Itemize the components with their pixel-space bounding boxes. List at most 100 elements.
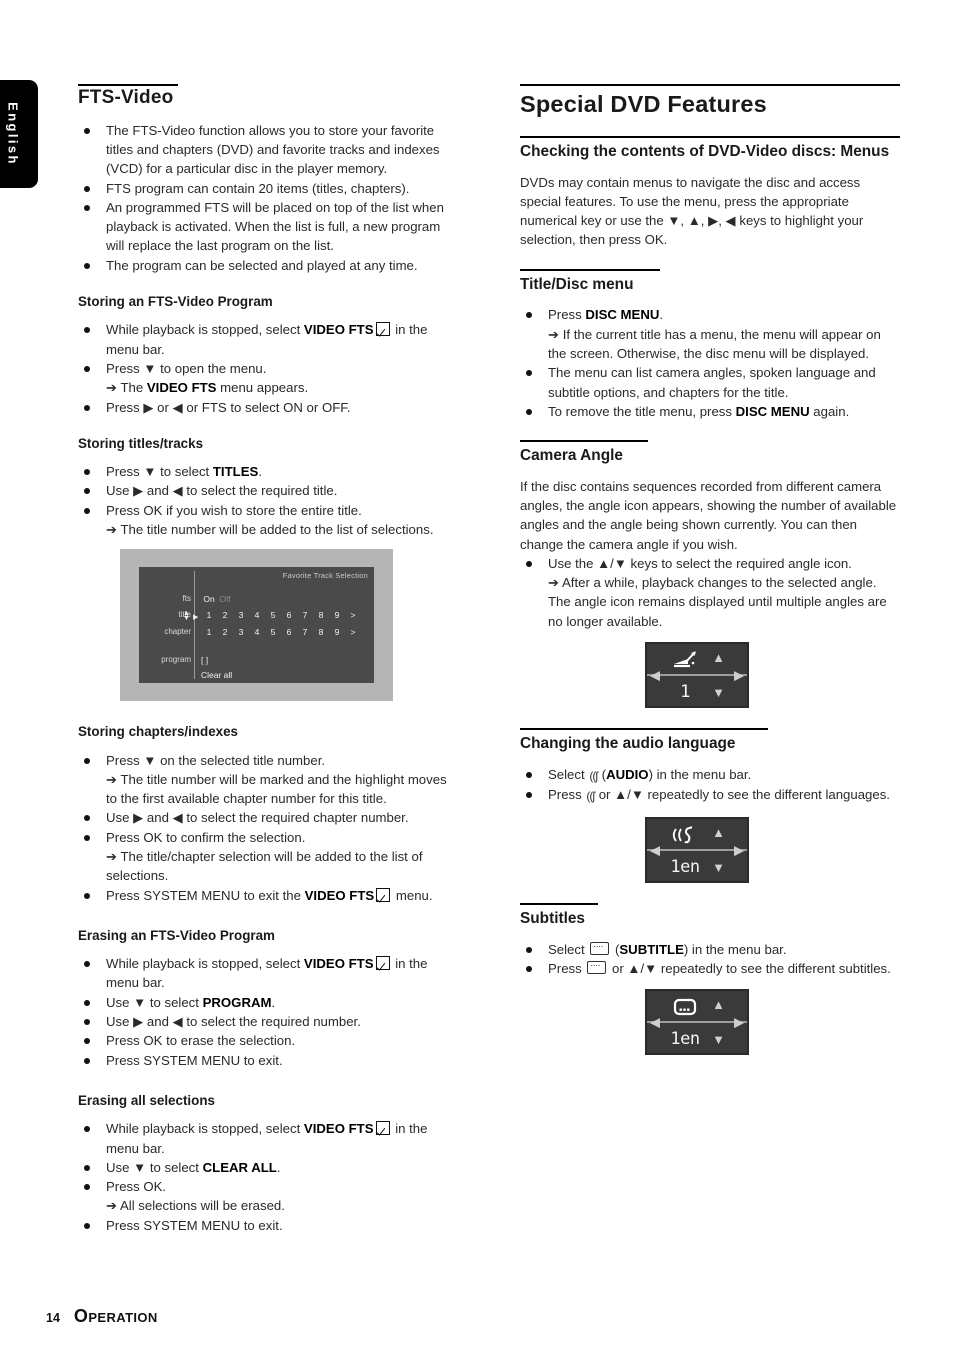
osd-row-values: 1 2 3 4 5 6 7 8 9 > <box>201 627 361 637</box>
bullet-dot <box>84 262 90 269</box>
heading-changing-audio-language: Changing the audio language <box>520 734 736 752</box>
list-item-text: Use ▼ to select <box>106 994 203 1010</box>
list-item-text-tail: . <box>659 307 664 323</box>
bullet-dot <box>84 815 90 822</box>
result-text: ➔ The <box>106 380 147 396</box>
list-item: Use ▼ to select PROGRAM. <box>78 993 460 1012</box>
list-item: Press or ▲/▼ repeatedly to see the diffe… <box>520 957 900 978</box>
erasing-program-bullets: While playback is stopped, select VIDEO … <box>78 954 460 1070</box>
list-item: Press ▼ on the selected title number. ➔ … <box>78 751 460 809</box>
bullet-dot <box>526 560 532 567</box>
list-item-text: Use ▶ and ◀ to select the required numbe… <box>106 1014 361 1030</box>
list-item-text: The program can be selected and played a… <box>106 257 418 273</box>
list-item: Press SYSTEM MENU to exit. <box>78 1216 460 1235</box>
result-text-tail: menu appears. <box>216 380 309 396</box>
osd-screen-inner: Favorite Track Selection fts On Off title… <box>139 567 374 684</box>
list-item: Use the ▲/▼ keys to select the required … <box>520 554 900 631</box>
result-line: ➔ The title number will be added to the … <box>106 521 434 537</box>
list-item-text-tail: . <box>271 994 276 1010</box>
erasing-all-bullets: While playback is stopped, select VIDEO … <box>78 1119 460 1235</box>
osd-row-title: title ▲ ▼ ▶ 1 2 3 4 5 6 7 8 9 > <box>139 610 374 624</box>
bullet-dot <box>84 999 90 1006</box>
osd-cell-more: > <box>350 610 356 621</box>
bullet-dot <box>84 1038 90 1045</box>
result-line: ➔ If the current title has a menu, the m… <box>548 326 881 361</box>
result-line: ➔ The VIDEO FTS menu appears. <box>106 378 460 397</box>
list-item-text-tail: . <box>276 1159 281 1175</box>
osd-midline <box>647 848 747 851</box>
footer-page-number: 14 <box>46 1311 60 1325</box>
list-item-text: Press SYSTEM MENU to exit the <box>106 887 305 903</box>
footer-section-label: OPERATION <box>74 1306 158 1327</box>
osd-cell: 5 <box>270 610 276 621</box>
list-item-text: While playback is stopped, select <box>106 322 304 338</box>
bullet-dot <box>84 892 90 899</box>
osd-cell: 8 <box>318 627 324 638</box>
list-item: Press OK if you wish to store the entire… <box>78 501 460 540</box>
list-item: The program can be selected and played a… <box>78 256 460 275</box>
list-item-text: Press <box>548 960 586 976</box>
emphasis-video-fts: VIDEO FTS <box>304 887 375 903</box>
list-item-text: Press ▼ on the selected title number. <box>106 752 326 768</box>
bullet-dot <box>84 185 90 192</box>
heading-subtitles: Subtitles <box>520 909 585 927</box>
storing-titles-bullets: Press ▼ to select TITLES. Use ▶ and ◀ to… <box>78 462 460 539</box>
osd-midline <box>647 673 747 676</box>
subtitles-bullets: Select (SUBTITLE) in the menu bar. Press… <box>520 938 900 979</box>
result-line: ➔ The title/chapter selection will be ad… <box>106 849 423 884</box>
left-arrow-icon: ◀ <box>650 1014 660 1030</box>
list-item: Press DISC MENU. ➔ If the current title … <box>520 305 900 363</box>
osd-screen-illustration: Favorite Track Selection fts On Off title… <box>120 549 393 702</box>
heading-erasing-fts-video-program: Erasing an FTS-Video Program <box>78 927 275 943</box>
list-item-text-tail: menu. <box>392 887 433 903</box>
bullet-dot <box>84 961 90 968</box>
osd-row-clear-all: Clear all <box>139 670 374 684</box>
subtitle-icon <box>590 938 610 955</box>
left-arrow-icon: ◀ <box>650 667 660 683</box>
osd-midline <box>647 1021 747 1024</box>
osd-cell: 7 <box>302 627 308 638</box>
bullet-dot <box>84 1184 90 1191</box>
fts-intro-bullets: The FTS-Video function allows you to sto… <box>78 121 460 275</box>
checkbox-icon <box>375 956 390 971</box>
emphasis-video-fts: VIDEO FTS <box>303 1121 374 1137</box>
list-item-text: Press <box>548 307 586 323</box>
heading-storing-fts-video-program: Storing an FTS-Video Program <box>78 294 273 310</box>
osd-row-fts: fts On Off <box>139 594 374 608</box>
heading-storing-titles-tracks: Storing titles/tracks <box>78 435 204 451</box>
emphasis-disc-menu: DISC MENU <box>585 307 660 323</box>
right-arrow-icon: ▶ <box>734 667 744 683</box>
list-item: Press OK. ➔ All selections will be erase… <box>78 1177 460 1216</box>
emphasis-video-fts: VIDEO FTS <box>146 380 217 396</box>
osd-cell: 3 <box>238 627 244 638</box>
checkbox-icon <box>375 1121 390 1136</box>
osd-cell: 6 <box>286 610 292 621</box>
list-item: The FTS-Video function allows you to sto… <box>78 121 460 179</box>
bullet-dot <box>526 965 532 972</box>
bullet-dot <box>84 1019 90 1026</box>
bullet-dot <box>84 327 90 334</box>
osd-screen-title: Favorite Track Selection <box>282 571 368 581</box>
osd-row-values: 1 2 3 4 5 6 7 8 9 > <box>201 610 361 620</box>
list-item-text: Press ▼ to open the menu. <box>106 360 267 376</box>
osd-row-values: On Off <box>201 594 233 604</box>
list-item: FTS program can contain 20 items (titles… <box>78 179 460 198</box>
bullet-dot <box>84 1164 90 1171</box>
checkbox-icon <box>376 887 391 902</box>
list-item: Press ((ʃ or ▲/▼ repeatedly to see the d… <box>520 785 900 806</box>
osd-box-audio: ◀ ▶ ▲ ▼ 1en <box>645 816 749 883</box>
left-column: FTS-Video The FTS-Video function allows … <box>78 84 460 1235</box>
language-tab-label: English <box>5 102 21 166</box>
list-item-text-tail: or ▲/▼ repeatedly to see the different l… <box>595 787 890 803</box>
bullet-dot <box>84 488 90 495</box>
list-item-text: Press <box>548 787 586 803</box>
list-item: Press SYSTEM MENU to exit. <box>78 1051 460 1070</box>
osd-cell: 7 <box>302 610 308 621</box>
bullet-dot <box>526 792 532 799</box>
emphasis-titles: TITLES <box>212 464 259 480</box>
list-item-text: While playback is stopped, select <box>106 1121 304 1137</box>
list-item-text: To remove the title menu, press <box>548 403 736 419</box>
storing-program-bullets: While playback is stopped, select VIDEO … <box>78 320 460 416</box>
right-column: Special DVD Features Checking the conten… <box>520 84 900 1056</box>
list-item: Use ▶ and ◀ to select the required numbe… <box>78 1012 460 1031</box>
